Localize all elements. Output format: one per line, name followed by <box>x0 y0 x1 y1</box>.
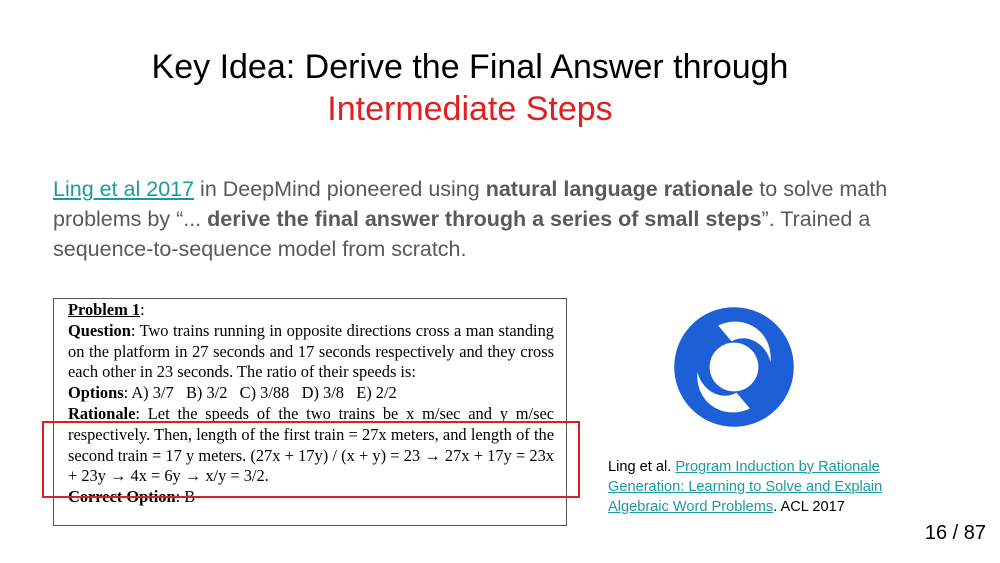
problem-heading: Problem 1: <box>68 300 554 321</box>
deepmind-logo-icon <box>674 307 794 427</box>
ling-2017-link[interactable]: Ling et al 2017 <box>53 177 194 201</box>
problem-heading-label: Problem 1 <box>68 300 141 319</box>
page-counter: 16 / 87 <box>924 522 986 544</box>
slide: Key Idea: Derive the Final Answer throug… <box>0 0 1000 563</box>
body-paragraph: Ling et al 2017 in DeepMind pioneered us… <box>53 174 953 264</box>
slide-title: Key Idea: Derive the Final Answer throug… <box>60 46 880 130</box>
problem-options: Options: A) 3/7 B) 3/2 C) 3/88 D) 3/8 E)… <box>68 383 554 404</box>
question-label: Question <box>68 320 131 340</box>
title-line-2: Intermediate Steps <box>327 90 613 128</box>
title-line-1: Key Idea: Derive the Final Answer throug… <box>151 48 789 86</box>
options-text: : A) 3/7 B) 3/2 C) 3/88 D) 3/8 E) 2/2 <box>123 383 397 403</box>
question-text: : Two trains running in opposite directi… <box>68 320 554 382</box>
citation-prefix: Ling et al. <box>608 459 676 475</box>
options-label: Options <box>68 383 124 403</box>
problem-question: Question: Two trains running in opposite… <box>68 321 554 383</box>
citation: Ling et al. Program Induction by Rationa… <box>608 457 938 517</box>
body-segment-1: in DeepMind pioneered using <box>194 177 486 201</box>
rationale-highlight-box <box>42 421 580 498</box>
citation-suffix: . ACL 2017 <box>773 499 845 515</box>
problem-heading-suffix: : <box>140 300 145 319</box>
body-bold-2: derive the final answer through a series… <box>207 207 762 231</box>
body-bold-1: natural language rationale <box>485 177 754 201</box>
